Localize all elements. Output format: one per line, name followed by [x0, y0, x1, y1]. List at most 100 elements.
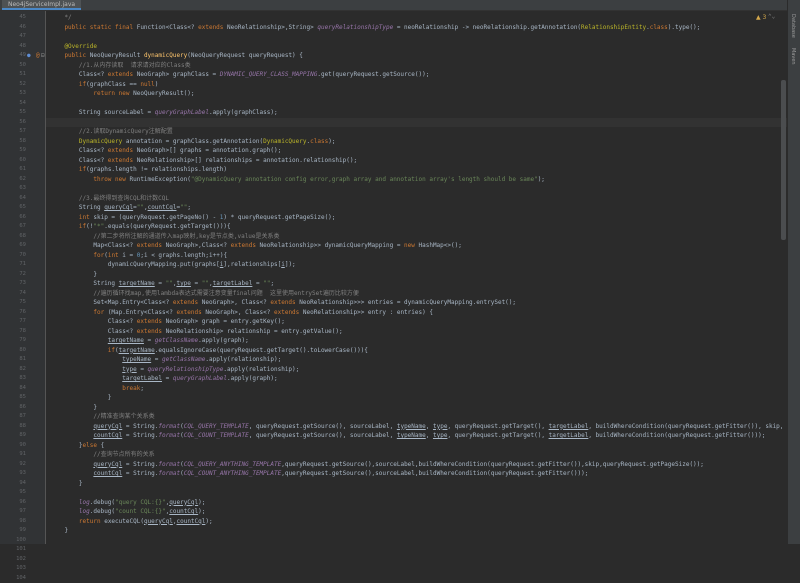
line-number: 94	[0, 479, 26, 489]
line-number: 62	[0, 175, 26, 185]
code-token: annotation = graphClass.getAnnotation(	[122, 138, 263, 145]
code-token: ;i < graphs.length;i++){	[140, 252, 227, 259]
code-token: CQL_QUERY_TEMPLATE	[184, 423, 249, 430]
warning-icon: ▲	[756, 14, 761, 21]
code-token: = String.	[122, 461, 158, 468]
line-number: 99	[0, 526, 26, 536]
sidebar-item-maven[interactable]: Maven	[790, 48, 796, 65]
code-line: //3.最终得到查询CQL和计数CQL	[50, 194, 169, 204]
code-token: );	[328, 138, 335, 145]
code-token: //第二步将所注解的通道传入map映射,key是节点类,value是关系类	[50, 233, 280, 240]
code-line: for (Map.Entry<Class<? extends NeoGraph>…	[50, 308, 433, 318]
code-token: NeoQueryResult();	[133, 90, 194, 97]
line-number: 57	[0, 127, 26, 137]
line-number: 98	[0, 517, 26, 527]
code-token: dynamicQueryMapping.put(graphs[	[50, 261, 220, 268]
line-number: 66	[0, 213, 26, 223]
code-token: CQL_QUERY_ANYTHING_TEMPLATE	[184, 461, 282, 468]
code-token	[50, 375, 122, 382]
editor-tab[interactable]: Neo4jServiceImpl.java	[2, 0, 81, 10]
line-number: 75	[0, 298, 26, 308]
code-token: targetLabel	[549, 423, 589, 430]
code-token	[50, 470, 93, 477]
annotation-icon[interactable]: @	[36, 51, 40, 61]
code-token: type	[433, 432, 447, 439]
code-line: targetLabel = queryGraphLabel.apply(grap…	[50, 374, 278, 384]
line-number: 97	[0, 507, 26, 517]
code-token: extends	[231, 242, 260, 249]
current-line-highlight	[46, 118, 787, 128]
code-token: targetName	[119, 280, 155, 287]
chevron-up-down-icon[interactable]: ⌃⌄	[768, 13, 775, 20]
fold-icon[interactable]: ⊟	[41, 51, 45, 61]
code-token: .apply(graph);	[198, 337, 249, 344]
warning-indicator[interactable]: ▲ 3	[756, 14, 766, 21]
line-number: 93	[0, 469, 26, 479]
line-number-gutter[interactable]: 4546474849505152535455565758596061626364…	[0, 11, 46, 544]
code-line: Set<Map.Entry<Class<? extends NeoGraph>,…	[50, 298, 516, 308]
code-line: }	[50, 270, 97, 280]
sidebar-item-database[interactable]: Database	[790, 14, 796, 38]
code-token: =	[151, 356, 162, 363]
code-token: format	[158, 423, 180, 430]
editor-scrollbar[interactable]	[781, 80, 786, 240]
code-token: //2.读取DynamicQuery注解配置	[50, 128, 173, 135]
code-token	[50, 90, 93, 97]
code-token: = String.	[122, 432, 158, 439]
code-line: public static final Function<Class<? ext…	[50, 23, 700, 33]
code-token: ""	[202, 280, 209, 287]
line-number: 69	[0, 241, 26, 251]
line-number: 72	[0, 270, 26, 280]
code-line: //1.从内存读取 请求请对应的Class类	[50, 61, 191, 71]
code-line: DynamicQuery annotation = graphClass.get…	[50, 137, 335, 147]
code-token: NeoGraph>, Class<?	[205, 309, 274, 316]
code-token: targetName	[119, 347, 155, 354]
code-token: ;	[140, 385, 144, 392]
code-token: NeoRelationship>,String>	[227, 24, 317, 31]
code-token: queryCql	[93, 423, 122, 430]
line-number: 45	[0, 13, 26, 23]
code-token: .equalsIgnoreCase(queryRequest.getTarget…	[155, 347, 368, 354]
code-line: return executeCQL(queryCql,countCql);	[50, 517, 213, 527]
code-token: , buildWhereCondition(queryRequest.getFi…	[588, 432, 765, 439]
code-line: queryCql = String.format(CQL_QUERY_TEMPL…	[50, 422, 787, 432]
code-token	[50, 423, 93, 430]
line-number: 96	[0, 498, 26, 508]
code-token: //精准查询某个关系类	[50, 413, 155, 420]
code-token	[50, 461, 93, 468]
line-number: 49	[0, 51, 26, 61]
code-token: Map<Class<?	[50, 242, 137, 249]
line-number: 48	[0, 42, 26, 52]
code-token: CQL_COUNT_TEMPLATE	[184, 432, 249, 439]
code-token: extends	[137, 318, 166, 325]
code-token: =	[162, 375, 173, 382]
line-number: 61	[0, 165, 26, 175]
code-editor[interactable]: */ public static final Function<Class<? …	[46, 11, 787, 544]
right-tool-sidebar: Database Maven	[787, 0, 800, 544]
code-line: throw new RuntimeException("@DynamicQuer…	[50, 175, 545, 185]
code-line: break;	[50, 384, 144, 394]
code-line: Class<? extends NeoGraph> graph = entry.…	[50, 317, 285, 327]
code-token: extends	[108, 71, 137, 78]
code-token: .apply(graph);	[227, 375, 278, 382]
override-method-icon[interactable]: ●	[27, 51, 31, 61]
code-token: break	[122, 385, 140, 392]
code-token: .equals(queryRequest.getTarget())){	[104, 223, 230, 230]
code-token: typeName	[397, 432, 426, 439]
code-token: return	[79, 518, 104, 525]
code-line: if(!"*".equals(queryRequest.getTarget())…	[50, 222, 231, 232]
code-token: return new	[93, 90, 133, 97]
code-token: ;	[270, 280, 274, 287]
code-token	[50, 337, 108, 344]
code-token: ) * queryRequest.getPageSize();	[223, 214, 335, 221]
code-token: @Override	[50, 43, 97, 50]
line-number: 46	[0, 23, 26, 33]
code-token: Class<?	[50, 157, 108, 164]
code-token: targetName	[108, 337, 144, 344]
code-token: =	[252, 280, 263, 287]
code-token: if	[108, 347, 115, 354]
code-token: .debug(	[90, 508, 115, 515]
code-line: if(targetName.equalsIgnoreCase(queryRequ…	[50, 346, 368, 356]
code-token: targetLabel	[122, 375, 162, 382]
code-token: }	[50, 442, 83, 449]
